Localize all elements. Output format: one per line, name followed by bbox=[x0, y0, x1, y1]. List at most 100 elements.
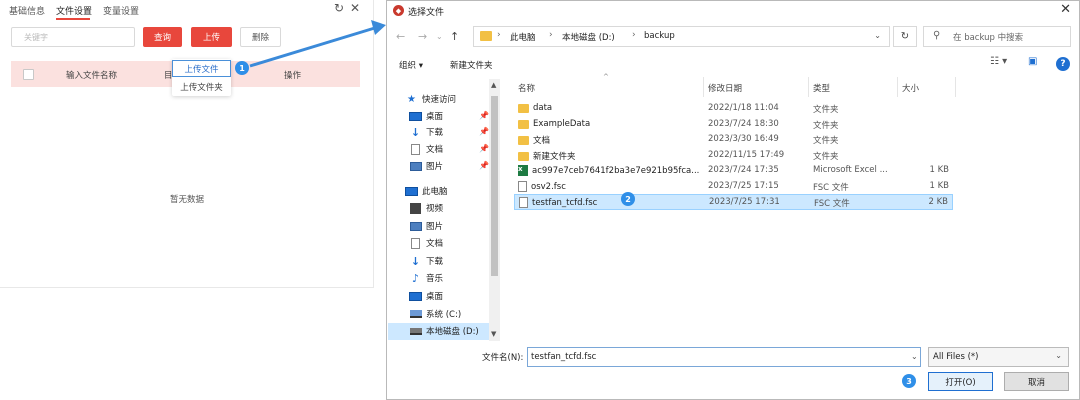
breadcrumb-local-disk-d[interactable]: 本地磁盘 (D:) bbox=[562, 31, 615, 43]
nav-icon-slot: ♪ bbox=[409, 271, 422, 285]
file-type: 文件夹 bbox=[813, 105, 839, 115]
empty-state-text: 暂无数据 bbox=[169, 195, 204, 205]
nav-item[interactable]: ↓ 下载 bbox=[409, 126, 443, 139]
nav-item[interactable]: ★ 快速访问 bbox=[405, 93, 456, 106]
nav-item[interactable]: 文档 bbox=[409, 143, 443, 155]
file-row[interactable]: 文档 2023/3/30 16:49 文件夹 bbox=[514, 132, 953, 148]
open-button[interactable]: 打开(O) bbox=[928, 372, 993, 391]
nav-icon-slot bbox=[409, 309, 422, 320]
nav-item[interactable]: ♪ 音乐 bbox=[409, 271, 443, 285]
navigation-scrollbar[interactable]: ▲ ▼ bbox=[489, 79, 500, 341]
help-icon[interactable]: ? bbox=[1056, 57, 1070, 71]
nav-item[interactable]: 图片 bbox=[409, 160, 443, 172]
column-divider[interactable] bbox=[808, 77, 809, 97]
pin-icon[interactable]: 📌 bbox=[479, 127, 489, 136]
scrollbar-thumb[interactable] bbox=[491, 96, 498, 276]
scroll-down-icon[interactable]: ▼ bbox=[491, 330, 496, 338]
nav-icon-slot bbox=[409, 237, 422, 249]
file-name: ExampleData bbox=[533, 119, 591, 129]
nav-item-label: 下载 bbox=[426, 257, 444, 267]
breadcrumb-separator-icon[interactable]: › bbox=[497, 30, 501, 40]
file-date: 2023/3/30 16:49 bbox=[708, 134, 779, 144]
file-date: 2023/7/25 17:15 bbox=[708, 181, 779, 191]
nav-item[interactable]: 文档 bbox=[409, 237, 443, 249]
nav-icon-slot bbox=[409, 143, 422, 155]
chevron-down-icon: ⌄ bbox=[1055, 351, 1062, 360]
desktop-icon bbox=[409, 111, 422, 121]
column-type[interactable]: 类型 bbox=[813, 82, 830, 94]
video-icon bbox=[410, 202, 421, 214]
file-row[interactable]: testfan_tcfd.fsc 2023/7/25 17:31 FSC 文件 2 K… bbox=[514, 194, 953, 210]
nav-item[interactable]: 系统 (C:) bbox=[409, 308, 461, 320]
scroll-up-icon[interactable]: ▲ bbox=[491, 81, 496, 89]
file-type: FSC 文件 bbox=[813, 183, 849, 193]
nav-item[interactable]: 桌面 bbox=[409, 110, 443, 122]
breadcrumb-separator-icon[interactable]: › bbox=[549, 30, 553, 40]
column-name[interactable]: 名称 bbox=[518, 82, 535, 94]
file-row[interactable]: ExampleData 2023/7/24 18:30 文件夹 bbox=[514, 117, 953, 133]
back-arrow-icon[interactable]: ← bbox=[396, 30, 405, 43]
file-row[interactable]: osv2.fsc 2023/7/25 17:15 FSC 文件 1 KB bbox=[514, 179, 953, 195]
file-row[interactable]: 新建文件夹 2022/11/15 17:49 文件夹 bbox=[514, 148, 953, 164]
nav-item[interactable]: 本地磁盘 (D:) bbox=[409, 325, 479, 337]
address-dropdown-chevron-icon[interactable]: ⌄ bbox=[874, 31, 881, 40]
nav-item[interactable]: 此电脑 bbox=[405, 185, 448, 197]
breadcrumb-backup[interactable]: backup bbox=[644, 31, 675, 41]
file-type: 文件夹 bbox=[813, 152, 839, 162]
forward-arrow-icon[interactable]: → bbox=[418, 30, 427, 43]
document-icon bbox=[411, 143, 420, 155]
drive-icon bbox=[409, 327, 422, 335]
file-icon bbox=[518, 181, 527, 192]
address-bar[interactable]: › 此电脑 › 本地磁盘 (D:) › backup ⌄ bbox=[473, 26, 890, 47]
nav-item-label: 图片 bbox=[426, 162, 444, 172]
nav-item-label: 桌面 bbox=[426, 112, 444, 122]
view-options-icon[interactable]: ☷ ▾ bbox=[990, 56, 1007, 67]
dialog-title: 选择文件 bbox=[408, 8, 445, 18]
nav-item[interactable]: 桌面 bbox=[409, 290, 443, 302]
recent-locations-chevron-icon[interactable]: ⌄ bbox=[436, 32, 443, 41]
organize-menu-button[interactable]: 组织 ▾ bbox=[399, 59, 423, 71]
nav-item-label: 此电脑 bbox=[422, 187, 448, 197]
column-divider[interactable] bbox=[703, 77, 704, 97]
breadcrumb-separator-icon[interactable]: › bbox=[632, 30, 636, 40]
music-icon: ♪ bbox=[411, 271, 420, 285]
nav-icon-slot bbox=[409, 161, 422, 172]
column-divider[interactable] bbox=[897, 77, 898, 97]
nav-icon-slot bbox=[409, 221, 422, 232]
file-open-dialog: ◆ 选择文件 ✕ ← → ⌄ ↑ › 此电脑 › 本地磁盘 (D:) › bac… bbox=[386, 0, 1080, 400]
column-size[interactable]: 大小 bbox=[902, 82, 919, 94]
up-arrow-icon[interactable]: ↑ bbox=[450, 30, 459, 43]
nav-item[interactable]: 视频 bbox=[409, 202, 443, 214]
new-folder-button[interactable]: 新建文件夹 bbox=[450, 59, 493, 71]
picture-icon bbox=[409, 161, 422, 171]
folder-search-input[interactable]: ⚲ 在 backup 中搜索 bbox=[923, 26, 1071, 47]
cancel-button[interactable]: 取消 bbox=[1004, 372, 1069, 391]
file-type-select[interactable]: All Files (*) ⌄ bbox=[928, 347, 1069, 367]
file-row[interactable]: x ac997e7ceb7641f2ba3e7e921b95fca... 2023/… bbox=[514, 163, 953, 179]
file-type: FSC 文件 bbox=[814, 199, 850, 209]
pin-icon[interactable]: 📌 bbox=[479, 161, 489, 170]
nav-item[interactable]: ↓ 下载 bbox=[409, 255, 444, 268]
upload-folder-menu-item[interactable]: 上传文件夹 bbox=[172, 78, 231, 95]
filename-history-chevron-icon[interactable]: ⌄ bbox=[911, 352, 918, 361]
file-row[interactable]: data 2022/1/18 11:04 文件夹 bbox=[514, 101, 953, 117]
filename-input[interactable]: testfan_tcfd.fsc bbox=[527, 347, 921, 367]
file-name-cell: osv2.fsc bbox=[518, 181, 566, 192]
folder-icon bbox=[518, 119, 529, 129]
pin-icon[interactable]: 📌 bbox=[479, 111, 489, 120]
preview-pane-icon[interactable]: ▣ bbox=[1028, 56, 1037, 67]
nav-item[interactable]: 图片 bbox=[409, 220, 443, 232]
refresh-button[interactable]: ↻ bbox=[893, 26, 917, 47]
filename-label: 文件名(N): bbox=[482, 353, 524, 363]
breadcrumb-this-pc[interactable]: 此电脑 bbox=[510, 31, 536, 43]
nav-icon-slot bbox=[409, 202, 422, 214]
pin-icon[interactable]: 📌 bbox=[479, 144, 489, 153]
step-badge-2: 2 bbox=[621, 192, 635, 206]
column-divider[interactable] bbox=[955, 77, 956, 97]
file-size: 1 KB bbox=[929, 165, 949, 175]
column-date-modified[interactable]: 修改日期 bbox=[708, 82, 742, 94]
nav-icon-slot bbox=[409, 326, 422, 337]
file-date: 2023/7/25 17:31 bbox=[709, 197, 780, 207]
nav-icon-slot: ↓ bbox=[409, 255, 422, 268]
dialog-close-icon[interactable]: ✕ bbox=[1060, 2, 1071, 17]
